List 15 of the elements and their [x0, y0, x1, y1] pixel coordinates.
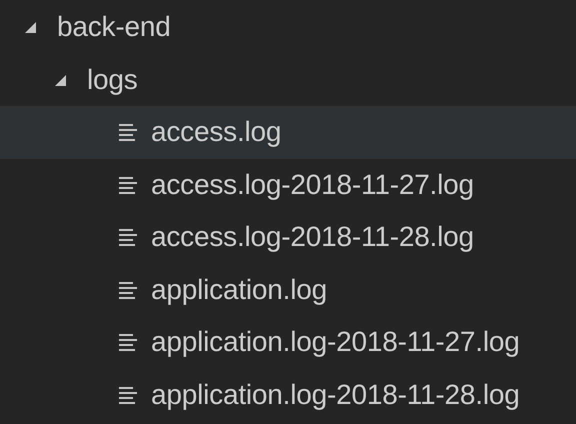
text-lines-icon: [118, 174, 138, 195]
file-name: application.log-2018-11-27.log: [151, 328, 520, 356]
tree-item[interactable]: access.log: [0, 106, 576, 158]
file-name: access.log: [151, 118, 282, 146]
text-lines-icon: [118, 227, 138, 248]
text-lines-icon: [118, 332, 138, 352]
text-lines-icon: [118, 122, 138, 142]
folder-name: logs: [87, 66, 138, 94]
file-name: access.log-2018-11-28.log: [151, 223, 474, 252]
folder-name: back-end: [57, 13, 171, 42]
file-name: access.log-2018-11-27.log: [151, 170, 474, 199]
file-name: application.log-2018-11-28.log: [151, 380, 520, 409]
file-name: application.log: [151, 276, 328, 304]
text-lines-icon: [118, 280, 138, 300]
text-lines-icon: [118, 384, 138, 405]
